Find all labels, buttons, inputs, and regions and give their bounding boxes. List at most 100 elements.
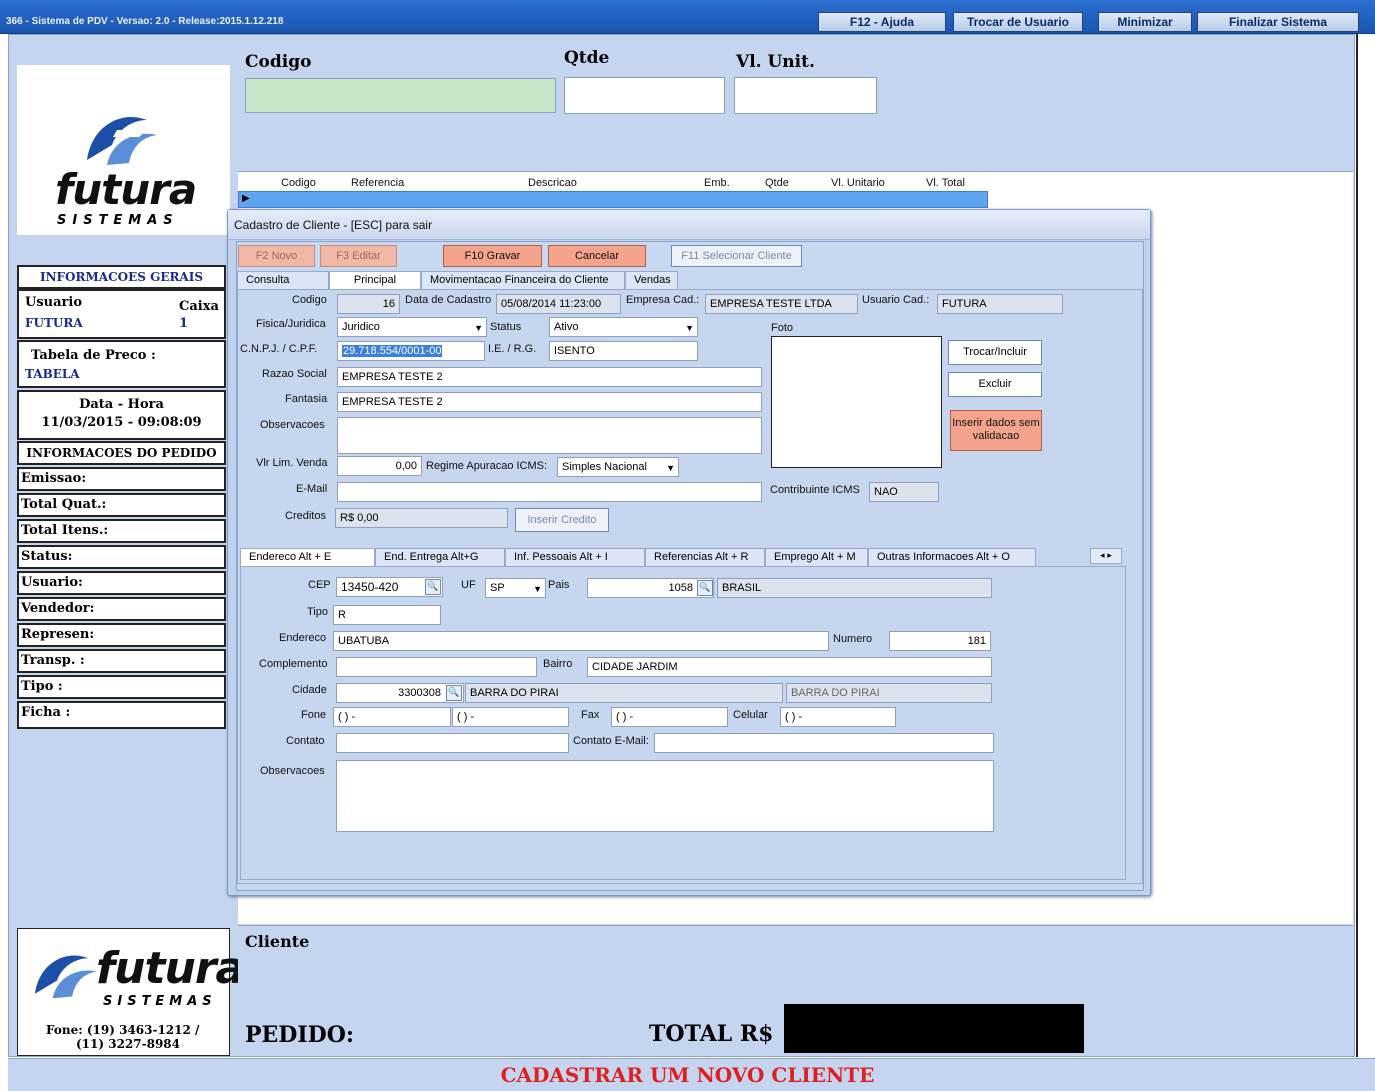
dialog-titlebar: Cadastro de Cliente - [ESC] para sair (228, 210, 1150, 240)
bairro-field[interactable]: CIDADE JARDIM (587, 657, 992, 677)
logo-sub: SISTEMAS (57, 213, 179, 228)
uf-label: UF (461, 579, 476, 591)
subtab-emprego[interactable]: Emprego Alt + M (765, 548, 868, 566)
datetime-box: Data - Hora 11/03/2015 - 09:08:09 (17, 390, 226, 440)
pedido-row: Total Quat.: (17, 493, 226, 517)
tipo-field[interactable]: R (333, 605, 441, 625)
subtab-pessoais[interactable]: Inf. Pessoais Alt + I (505, 548, 645, 566)
creditos-field: R$ 0,00 (335, 508, 508, 528)
subtab-entrega[interactable]: End. Entrega Alt+G (375, 548, 505, 566)
total-display (784, 1004, 1084, 1053)
tab-movimentacao[interactable]: Movimentacao Financeira do Cliente (421, 271, 625, 289)
cidade-search-icon[interactable]: 🔍 (446, 685, 462, 701)
tab-consulta[interactable]: Consulta (237, 271, 329, 289)
help-button[interactable]: F12 - Ajuda (818, 12, 946, 32)
trocar-incluir-button[interactable]: Trocar/Incluir (948, 340, 1042, 365)
subtab-referencias[interactable]: Referencias Alt + R (645, 548, 765, 566)
grid-col-header: Descricao (528, 177, 577, 189)
fone1-field[interactable]: ( ) - (333, 707, 451, 727)
user-box: Usuario FUTURA Caixa 1 (17, 289, 226, 339)
data-cadastro-field: 05/08/2014 11:23:00 (496, 294, 621, 314)
save-button[interactable]: F10 Gravar (443, 245, 542, 267)
pedido-row: Emissao: (17, 467, 226, 491)
subtab-outras[interactable]: Outras Informacoes Alt + O (868, 548, 1036, 566)
codigo-field: 16 (337, 294, 400, 314)
logo-bottom: futura SISTEMAS Fone: (19) 3463-1212 / (… (17, 928, 245, 1056)
grid-col-header: Codigo (281, 177, 316, 189)
vlr-lim-venda-field[interactable]: 0,00 (337, 456, 422, 476)
tabela-value: TABELA (25, 367, 80, 381)
datahora-label: Data - Hora (79, 397, 164, 412)
ie-field[interactable]: ISENTO (549, 341, 698, 361)
observacoes-2-field[interactable] (336, 760, 994, 832)
data-cadastro-label: Data de Cadastro (405, 294, 492, 306)
tab-scroll-arrows[interactable]: ◂ ▸ (1090, 548, 1122, 564)
caixa-label: Caixa (179, 299, 219, 314)
usuario-cad-field: FUTURA (937, 294, 1063, 314)
grid-selected-row[interactable]: ▶ (238, 191, 988, 208)
complemento-field[interactable] (336, 657, 537, 677)
row-indicator-icon: ▶ (242, 193, 250, 204)
codigo-input[interactable] (245, 78, 556, 113)
email-field[interactable] (337, 482, 762, 502)
cnpj-field[interactable]: 29.718.554/0001-00 (337, 341, 485, 361)
subtab-endereco[interactable]: Endereco Alt + E (240, 548, 375, 566)
phone-2: (11) 3227-8984 (76, 1037, 181, 1051)
grid-col-header: Vl. Total (926, 177, 965, 189)
excluir-button[interactable]: Excluir (948, 372, 1042, 397)
fax-field[interactable]: ( ) - (611, 707, 728, 727)
endereco-field[interactable]: UBATUBA (333, 631, 829, 651)
fisica-juridica-select[interactable]: Juridico (337, 317, 487, 337)
title-bar: 366 - Sistema de PDV - Versao: 2.0 - Rel… (0, 0, 1375, 34)
tabela-label: Tabela de Preco : (31, 348, 156, 363)
numero-label: Numero (833, 633, 873, 645)
contato-email-field[interactable] (654, 733, 994, 753)
cancel-button[interactable]: Cancelar (548, 245, 646, 267)
vlr-lim-venda-label: Vlr Lim. Venda (256, 457, 328, 469)
cliente-label: Cliente (245, 932, 310, 951)
regime-label: Regime Apuracao ICMS: (426, 460, 548, 472)
regime-select[interactable]: Simples Nacional (557, 457, 679, 477)
select-client-button[interactable]: F11 Selecionar Cliente (671, 245, 802, 267)
complemento-label: Complemento (259, 658, 328, 670)
insert-without-validation-button[interactable]: Inserir dados sem validacao (950, 410, 1042, 451)
total-label: TOTAL R$ (649, 1021, 774, 1047)
vlunit-label: Vl. Unit. (736, 52, 815, 72)
grid-col-header: Emb. (704, 177, 730, 189)
uf-select[interactable]: SP (485, 578, 546, 598)
qtde-input[interactable] (564, 77, 725, 114)
contato-field[interactable] (336, 733, 569, 753)
ie-label: I.E. / R.G. (488, 343, 537, 355)
status-label: Status (490, 321, 522, 333)
razao-social-field[interactable]: EMPRESA TESTE 2 (337, 367, 762, 387)
tab-vendas[interactable]: Vendas (625, 271, 678, 289)
fantasia-field[interactable]: EMPRESA TESTE 2 (337, 392, 762, 412)
minimize-button[interactable]: Minimizar (1098, 12, 1192, 32)
vlunit-input[interactable] (734, 77, 877, 114)
pedido-row: Represen: (17, 623, 226, 647)
switch-user-button[interactable]: Trocar de Usuario (953, 12, 1083, 32)
fone2-field[interactable]: ( ) - (452, 707, 569, 727)
numero-field[interactable]: 181 (889, 631, 991, 651)
pais-label: Pais (548, 579, 570, 591)
edit-button[interactable]: F3 Editar (320, 245, 397, 267)
cidade-code-field[interactable]: 3300308 (336, 683, 464, 703)
tab-principal[interactable]: Principal (329, 271, 421, 289)
contribuinte-label: Contribuinte ICMS (770, 484, 860, 496)
exit-system-button[interactable]: Finalizar Sistema (1197, 12, 1359, 32)
creditos-label: Creditos (285, 510, 326, 522)
fone-label: Fone (301, 709, 327, 721)
bairro-label: Bairro (543, 658, 573, 670)
pais-code-field[interactable]: 1058 (587, 578, 714, 598)
fisica-juridica-label: Fisica/Juridica (256, 318, 326, 330)
status-select[interactable]: Ativo (549, 317, 698, 337)
pais-search-icon[interactable]: 🔍 (697, 580, 713, 596)
cep-search-icon[interactable]: 🔍 (425, 579, 441, 595)
observacoes-field[interactable] (337, 417, 762, 454)
celular-field[interactable]: ( ) - (780, 707, 896, 727)
new-button[interactable]: F2 Novo (238, 245, 315, 267)
observacoes-2-label: Observacoes (260, 765, 325, 777)
cnpj-label: C.N.P.J. / C.P.F. (240, 343, 318, 355)
insert-credit-button[interactable]: Inserir Credito (515, 508, 609, 532)
pedido-row: Vendedor: (17, 597, 226, 621)
